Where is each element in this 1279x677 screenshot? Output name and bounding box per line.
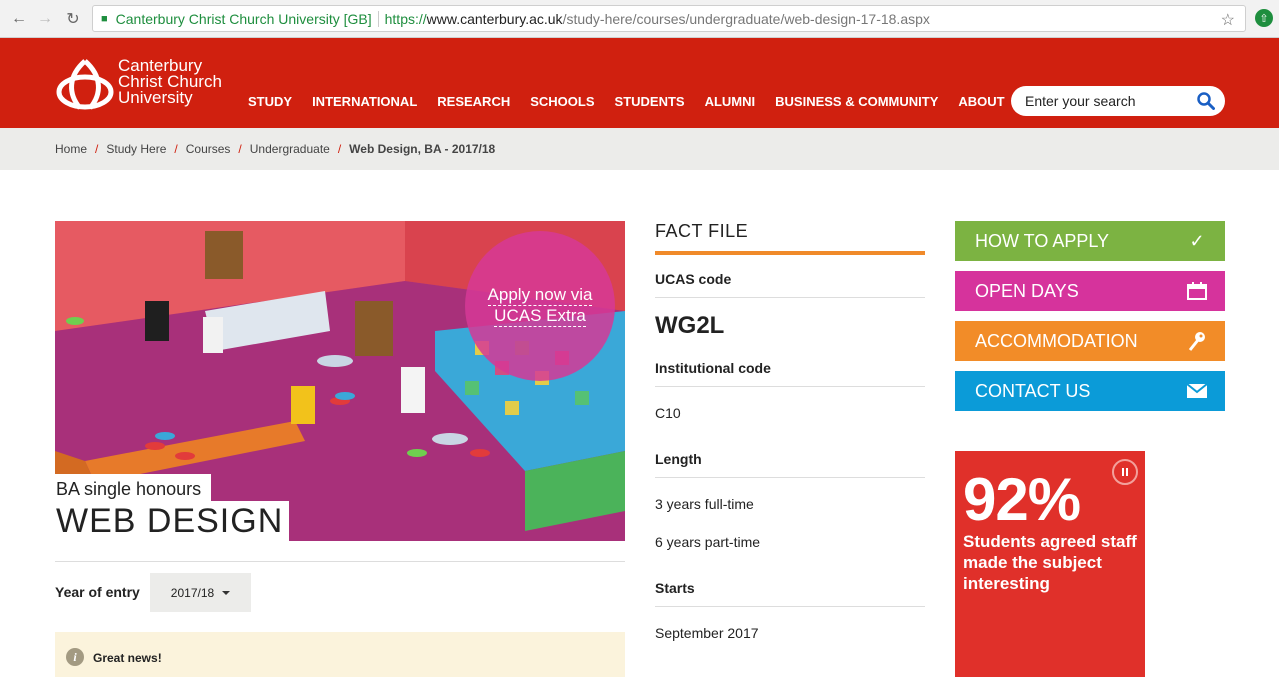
search-icon[interactable] — [1197, 92, 1215, 110]
nav-alumni[interactable]: ALUMNI — [705, 94, 756, 109]
how-to-apply-label: HOW TO APPLY — [975, 230, 1110, 251]
crumb-separator: / — [238, 142, 242, 156]
bookmark-star-icon[interactable]: ☆ — [1221, 10, 1235, 30]
forward-arrow-icon[interactable]: → — [34, 8, 56, 30]
calendar-icon — [1187, 281, 1207, 301]
info-icon: i — [66, 648, 84, 666]
search-box — [1011, 86, 1225, 116]
stat-description: Students agreed staff made the subject i… — [963, 532, 1137, 593]
address-bar[interactable]: ■ Canterbury Christ Church University [G… — [92, 5, 1246, 32]
crumb-separator: / — [174, 142, 178, 156]
nav-schools[interactable]: SCHOOLS — [530, 94, 594, 109]
hero-subtitle: BA single honours — [55, 478, 208, 501]
crumb-undergraduate[interactable]: Undergraduate — [250, 142, 330, 156]
crumb-home[interactable]: Home — [55, 142, 87, 156]
nav-students[interactable]: STUDENTS — [615, 94, 685, 109]
year-of-entry-label: Year of entry — [55, 584, 140, 600]
breadcrumb-bar: Home / Study Here / Courses / Undergradu… — [0, 128, 1279, 170]
notice-text: Great news! — [93, 651, 162, 665]
starts-value: September 2017 — [655, 625, 759, 641]
contact-us-button[interactable]: CONTACT US — [955, 371, 1225, 411]
url-host: www.canterbury.ac.uk — [426, 10, 563, 27]
fact-file-title: FACT FILE — [655, 221, 749, 241]
crumb-current: Web Design, BA - 2017/18 — [349, 142, 496, 156]
nav-study[interactable]: STUDY — [248, 94, 292, 109]
fact-file-accent-bar — [655, 251, 925, 255]
year-of-entry-select[interactable]: 2017/18 — [150, 573, 251, 612]
pause-icon[interactable] — [1112, 459, 1138, 485]
mail-icon — [1187, 381, 1207, 401]
institutional-code-label: Institutional code — [655, 360, 771, 376]
fact-rule — [655, 477, 925, 478]
fact-rule — [655, 606, 925, 607]
contact-us-label: CONTACT US — [975, 380, 1091, 401]
hero-subtitle-box: BA single honours — [55, 474, 212, 501]
nav-about[interactable]: ABOUT — [958, 94, 1004, 109]
reload-icon[interactable]: ↻ — [62, 8, 84, 30]
back-arrow-icon[interactable]: ← — [8, 8, 30, 30]
extension-icon[interactable]: ⇧ — [1255, 9, 1273, 27]
length-part-time: 6 years part-time — [655, 534, 761, 550]
length-full-time: 3 years full-time — [655, 496, 754, 512]
hero-image: Apply now via UCAS Extra BA single honou… — [55, 221, 625, 541]
crumb-study-here[interactable]: Study Here — [106, 142, 166, 156]
search-input[interactable] — [1025, 93, 1185, 109]
stat-card: 92% Students agreed staff made the subje… — [955, 451, 1145, 677]
nav-research[interactable]: RESEARCH — [437, 94, 510, 109]
institutional-code-value: C10 — [655, 405, 681, 421]
url-path: /study-here/courses/undergraduate/web-de… — [562, 10, 930, 27]
stat-value: 92% — [963, 466, 1081, 533]
lock-icon: ■ — [101, 12, 108, 25]
notice-box: i Great news! — [55, 632, 625, 677]
starts-label: Starts — [655, 580, 695, 596]
fact-rule — [655, 386, 925, 387]
crumb-separator: / — [337, 142, 342, 156]
site-identity: Canterbury Christ Church University [GB] — [115, 10, 372, 27]
ucas-code-value: WG2L — [655, 312, 725, 339]
open-days-label: OPEN DAYS — [975, 280, 1079, 301]
accommodation-button[interactable]: ACCOMMODATION — [955, 321, 1225, 361]
how-to-apply-button[interactable]: HOW TO APPLY ✓ — [955, 221, 1225, 261]
ucas-code-label: UCAS code — [655, 271, 732, 287]
main-nav: STUDY INTERNATIONAL RESEARCH SCHOOLS STU… — [248, 94, 1025, 109]
breadcrumb: Home / Study Here / Courses / Undergradu… — [55, 142, 495, 156]
crumb-courses[interactable]: Courses — [186, 142, 231, 156]
crumb-separator: / — [95, 142, 99, 156]
nav-international[interactable]: INTERNATIONAL — [312, 94, 417, 109]
logo-mark-icon — [56, 59, 114, 110]
fact-file: FACT FILE UCAS code WG2L Institutional c… — [655, 221, 925, 641]
section-divider — [55, 561, 625, 562]
logo-text: Canterbury Christ Church University — [118, 57, 222, 107]
url-divider — [377, 10, 379, 27]
nav-business-community[interactable]: BUSINESS & COMMUNITY — [775, 94, 938, 109]
check-icon: ✓ — [1189, 230, 1205, 251]
chevron-down-icon — [222, 590, 231, 595]
url-scheme: https:// — [384, 10, 427, 27]
apply-line-1: Apply now via — [487, 285, 593, 306]
logo-line-3: University — [118, 88, 193, 107]
course-title: WEB DESIGN — [55, 501, 290, 541]
open-days-button[interactable]: OPEN DAYS — [955, 271, 1225, 311]
fact-rule — [655, 297, 925, 298]
browser-toolbar: ← → ↻ ■ Canterbury Christ Church Univers… — [0, 0, 1279, 38]
accommodation-label: ACCOMMODATION — [975, 330, 1138, 351]
year-of-entry-value: 2017/18 — [170, 585, 215, 600]
site-header: Canterbury Christ Church University STUD… — [0, 38, 1279, 128]
length-label: Length — [655, 451, 702, 467]
apply-line-2: UCAS Extra — [494, 306, 586, 327]
university-logo[interactable]: Canterbury Christ Church University — [56, 57, 256, 110]
key-icon — [1187, 331, 1207, 351]
apply-ucas-extra-link[interactable]: Apply now via UCAS Extra — [465, 231, 615, 381]
